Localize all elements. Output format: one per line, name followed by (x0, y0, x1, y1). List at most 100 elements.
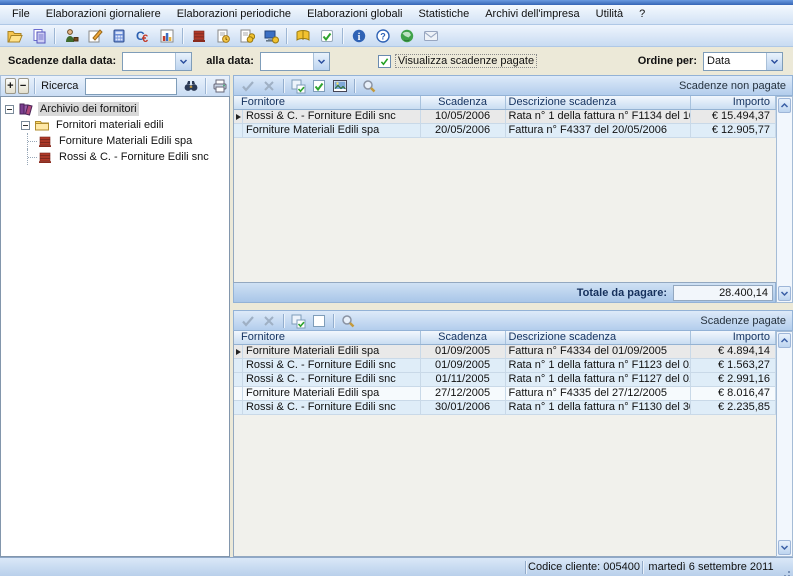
chevron-down-icon[interactable] (313, 53, 329, 70)
delete-icon[interactable] (259, 312, 279, 330)
from-date-value (123, 53, 175, 70)
resize-grip[interactable] (779, 558, 793, 576)
multi-select-icon[interactable] (288, 77, 308, 95)
search-icon[interactable] (359, 77, 379, 95)
table-row[interactable]: Rossi & C. - Forniture Edili snc10/05/20… (234, 110, 776, 124)
calculator-icon[interactable] (107, 26, 130, 46)
edit-icon[interactable] (83, 26, 106, 46)
from-date-combobox[interactable] (122, 52, 192, 71)
paid-scrollbar[interactable] (776, 331, 793, 557)
paid-toolbar: Scadenze pagate (233, 310, 793, 331)
tree-connector (27, 133, 37, 149)
cell-descrizione: Rata n° 1 della fattura n° F1123 del 01/… (506, 359, 692, 373)
multi-select-icon[interactable] (288, 312, 308, 330)
show-paid-label[interactable]: Visualizza scadenze pagate (395, 54, 537, 68)
confirm-icon[interactable] (238, 312, 258, 330)
ledger-icon[interactable] (291, 26, 314, 46)
menu-item-file[interactable]: File (4, 5, 38, 24)
find-icon[interactable] (182, 77, 200, 95)
paid-caption: Scadenze pagate (700, 315, 786, 327)
column-header-scadenza[interactable]: Scadenza (421, 96, 506, 109)
chevron-down-icon[interactable] (175, 53, 191, 70)
unpaid-caption: Scadenze non pagate (679, 80, 786, 92)
tree-item-archivio-dei-fornitori[interactable]: Archivio dei fornitori (1, 101, 229, 117)
delete-icon[interactable] (259, 77, 279, 95)
column-header-fornitore[interactable]: Fornitore (234, 96, 421, 109)
column-header-fornitore[interactable]: Fornitore (234, 331, 421, 344)
scroll-down-icon[interactable] (778, 286, 791, 301)
tree-item-fornitori-materiali-edili[interactable]: Fornitori materiali edili (1, 117, 229, 133)
tree-label[interactable]: Archivio dei fornitori (38, 102, 139, 116)
tree-label[interactable]: Rossi & C. - Forniture Edili snc (57, 150, 211, 164)
horizontal-splitter[interactable] (233, 303, 793, 310)
scroll-up-icon[interactable] (778, 333, 791, 348)
menu-item-elaborazioni-globali[interactable]: Elaborazioni globali (299, 5, 410, 24)
total-bar: Totale da pagare: 28.400,14 (233, 283, 776, 303)
table-row[interactable]: Rossi & C. - Forniture Edili snc30/01/20… (234, 401, 776, 415)
to-date-combobox[interactable] (260, 52, 330, 71)
tree-label[interactable]: Forniture Materiali Edili spa (57, 134, 194, 148)
table-row[interactable]: Forniture Materiali Edili spa27/12/2005F… (234, 387, 776, 401)
column-header-importo[interactable]: Importo (691, 96, 776, 109)
table-row[interactable]: Forniture Materiali Edili spa20/05/2006F… (234, 124, 776, 138)
column-header-descrizione-scadenza[interactable]: Descrizione scadenza (506, 331, 692, 344)
copy-document-icon[interactable] (27, 26, 50, 46)
show-paid-checkbox[interactable] (378, 55, 391, 68)
production-icon[interactable] (187, 26, 210, 46)
image-icon[interactable] (330, 77, 350, 95)
cell-importo: € 2.235,85 (691, 401, 776, 415)
menu-item-[interactable]: ? (631, 5, 653, 24)
approve-check-icon[interactable] (315, 26, 338, 46)
bar-chart-icon[interactable] (155, 26, 178, 46)
cell-scadenza: 01/09/2005 (421, 359, 506, 373)
folder-icon (34, 117, 50, 133)
search-input[interactable] (85, 78, 177, 95)
pos-icon[interactable] (259, 26, 282, 46)
currency-exchange-icon[interactable]: C€ (131, 26, 154, 46)
column-header-scadenza[interactable]: Scadenza (421, 331, 506, 344)
mail-icon[interactable] (419, 26, 442, 46)
worker-icon[interactable] (59, 26, 82, 46)
collapse-all-button[interactable]: − (18, 78, 29, 94)
row-indicator (234, 401, 243, 415)
unchecked-box-icon[interactable] (309, 312, 329, 330)
open-folder-icon[interactable] (3, 26, 26, 46)
menu-item-utilit[interactable]: Utilità (588, 5, 632, 24)
column-header-descrizione-scadenza[interactable]: Descrizione scadenza (506, 96, 692, 109)
table-row[interactable]: Rossi & C. - Forniture Edili snc01/09/20… (234, 359, 776, 373)
menu-item-archivi-dell-impresa[interactable]: Archivi dell'impresa (477, 5, 587, 24)
tree-label[interactable]: Fornitori materiali edili (54, 118, 166, 132)
tree-toolbar: + − Ricerca (0, 75, 230, 96)
menu-item-elaborazioni-periodiche[interactable]: Elaborazioni periodiche (169, 5, 299, 24)
collapse-expander-icon[interactable] (21, 121, 30, 130)
tree-item-rossi-c-forniture-edili-snc[interactable]: Rossi & C. - Forniture Edili snc (1, 149, 229, 165)
unpaid-table: FornitoreScadenzaDescrizione scadenzaImp… (233, 96, 776, 283)
confirm-icon[interactable] (238, 77, 258, 95)
chevron-down-icon[interactable] (766, 53, 782, 70)
menu-item-statistiche[interactable]: Statistiche (410, 5, 477, 24)
table-row[interactable]: Rossi & C. - Forniture Edili snc01/11/20… (234, 373, 776, 387)
unpaid-scrollbar[interactable] (776, 96, 793, 303)
scroll-up-icon[interactable] (778, 98, 791, 113)
checked-box-icon[interactable] (309, 77, 329, 95)
collapse-expander-icon[interactable] (5, 105, 14, 114)
cell-scadenza: 01/09/2005 (421, 345, 506, 359)
cell-fornitore: Rossi & C. - Forniture Edili snc (243, 401, 421, 415)
column-header-importo[interactable]: Importo (691, 331, 776, 344)
invoice-money-icon[interactable] (235, 26, 258, 46)
expand-all-button[interactable]: + (5, 78, 16, 94)
scroll-down-icon[interactable] (778, 540, 791, 555)
info-icon[interactable]: i (347, 26, 370, 46)
separator (333, 314, 334, 328)
print-icon[interactable] (211, 77, 229, 95)
table-row[interactable]: Forniture Materiali Edili spa01/09/2005F… (234, 345, 776, 359)
search-icon[interactable] (338, 312, 358, 330)
cell-scadenza: 10/05/2006 (421, 110, 506, 124)
order-by-combobox[interactable]: Data (703, 52, 783, 71)
report-icon[interactable] (211, 26, 234, 46)
tree-item-forniture-materiali-edili-spa[interactable]: Forniture Materiali Edili spa (1, 133, 229, 149)
help-icon[interactable]: ? (371, 26, 394, 46)
menu-item-elaborazioni-giornaliere[interactable]: Elaborazioni giornaliere (38, 5, 169, 24)
globe-icon[interactable] (395, 26, 418, 46)
separator (54, 28, 55, 44)
